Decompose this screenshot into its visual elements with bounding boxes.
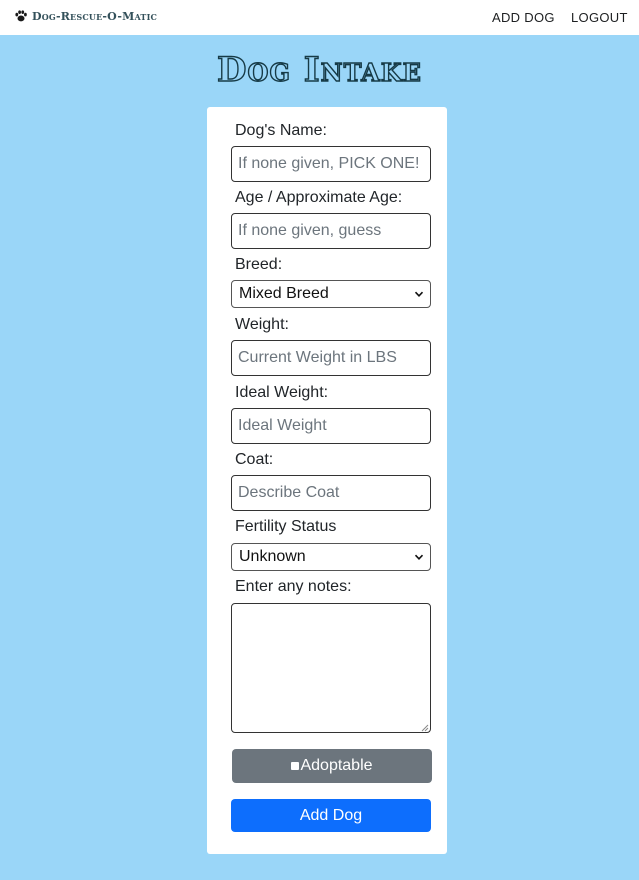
checkbox-icon[interactable] [291, 761, 300, 770]
top-navbar: Dog-Rescue-O-Matic ADD DOG LOGOUT [0, 0, 639, 35]
dog-name-input[interactable] [231, 146, 431, 182]
nav-logout-link[interactable]: LOGOUT [571, 10, 628, 25]
page-title: Dog Intake [216, 49, 422, 90]
ideal-weight-label: Ideal Weight: [235, 384, 329, 401]
dog-intake-form: Dog's Name: Age / Approximate Age: Breed… [207, 107, 447, 854]
age-label: Age / Approximate Age: [235, 189, 403, 206]
fertility-selected-value: Unknown [239, 548, 306, 565]
weight-label: Weight: [235, 316, 289, 333]
breed-select[interactable]: Mixed Breed [231, 280, 431, 308]
chevron-down-icon [414, 291, 424, 297]
paw-icon [15, 10, 27, 22]
notes-textarea[interactable] [231, 603, 431, 733]
brand-name: Dog-Rescue-O-Matic [32, 9, 158, 23]
breed-selected-value: Mixed Breed [239, 285, 329, 302]
brand-logo[interactable]: Dog-Rescue-O-Matic [14, 9, 157, 23]
ideal-weight-input[interactable] [231, 408, 431, 444]
weight-input[interactable] [231, 340, 431, 376]
notes-label: Enter any notes: [235, 578, 352, 595]
nav-add-dog-link[interactable]: ADD DOG [492, 10, 555, 25]
fertility-select[interactable]: Unknown [231, 543, 431, 571]
coat-label: Coat: [235, 451, 274, 468]
breed-label: Breed: [235, 256, 283, 273]
resize-grip-icon[interactable] [421, 724, 429, 732]
fertility-label: Fertility Status [235, 518, 337, 535]
dog-name-label: Dog's Name: [235, 122, 327, 139]
age-input[interactable] [231, 213, 431, 249]
adoptable-toggle-button[interactable]: Adoptable [232, 749, 432, 783]
chevron-down-icon [414, 554, 424, 560]
coat-input[interactable] [231, 475, 431, 511]
adoptable-label: Adoptable [300, 757, 373, 774]
add-dog-button[interactable]: Add Dog [231, 799, 431, 832]
